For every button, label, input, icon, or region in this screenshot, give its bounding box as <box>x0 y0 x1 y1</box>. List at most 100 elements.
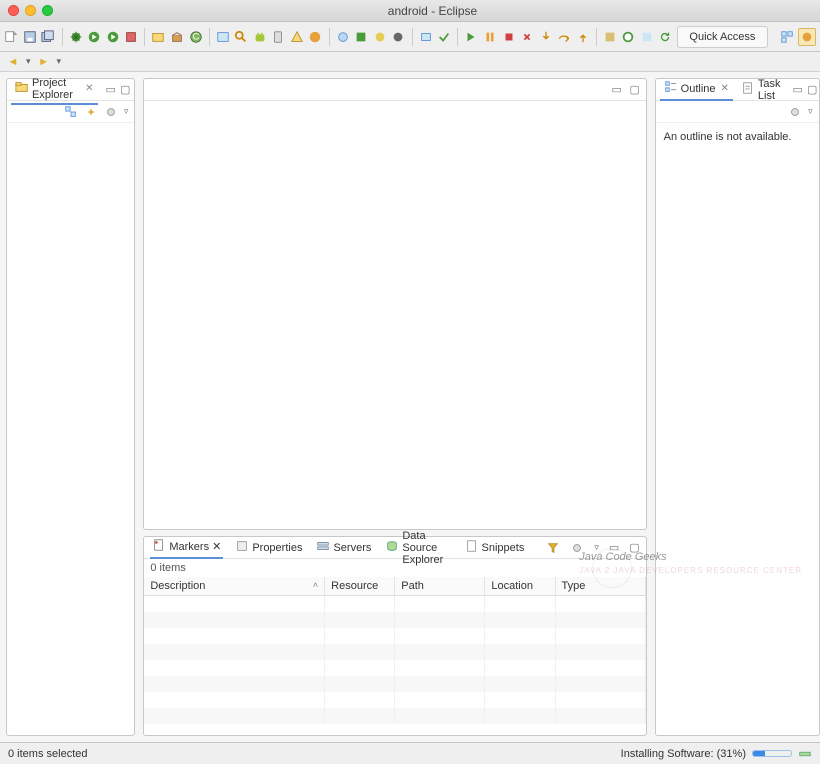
java-ee-perspective-button[interactable] <box>798 28 816 46</box>
zoom-window-button[interactable] <box>42 5 53 16</box>
editor-body[interactable] <box>144 101 645 529</box>
col-location[interactable]: Location <box>485 577 555 596</box>
col-path[interactable]: Path <box>395 577 485 596</box>
table-row[interactable] <box>144 708 645 724</box>
snippets-tab[interactable]: Snippets <box>463 537 527 558</box>
outline-minimize-button[interactable]: ▭ <box>793 83 803 97</box>
step-return-button[interactable] <box>575 28 590 46</box>
open-type-button[interactable] <box>216 28 231 46</box>
close-icon[interactable]: ✕ <box>721 83 729 94</box>
run-last-button[interactable] <box>105 28 120 46</box>
android-sdk-button[interactable] <box>253 28 268 46</box>
table-row[interactable] <box>144 692 645 708</box>
step-over-button[interactable] <box>557 28 572 46</box>
new-android-button[interactable] <box>308 28 323 46</box>
toolbar-button-b[interactable] <box>354 28 369 46</box>
project-explorer-toolbar: ▿ <box>7 101 134 123</box>
collapse-all-button[interactable] <box>64 105 78 119</box>
run-button[interactable] <box>87 28 102 46</box>
forward-button[interactable]: ► <box>37 55 51 69</box>
terminate-button[interactable] <box>501 28 516 46</box>
project-explorer-body[interactable] <box>7 123 134 735</box>
view-menu-button[interactable]: ▿ <box>124 106 129 117</box>
toolbar-button-a[interactable] <box>336 28 351 46</box>
maximize-view-button[interactable]: ▢ <box>120 83 130 97</box>
properties-tab[interactable]: Properties <box>233 537 304 558</box>
folder-icon <box>15 80 29 97</box>
disconnect-button[interactable] <box>520 28 535 46</box>
servers-label: Servers <box>333 542 371 554</box>
toolbar-button-e[interactable] <box>418 28 433 46</box>
toolbar-button-c[interactable] <box>373 28 388 46</box>
close-icon[interactable]: ✕ <box>212 540 221 553</box>
link-editor-button[interactable] <box>84 105 98 119</box>
lint-button[interactable] <box>290 28 305 46</box>
project-explorer-tab[interactable]: Project Explorer ✕ <box>11 75 98 105</box>
toolbar-button-g[interactable] <box>603 28 618 46</box>
new-package-button[interactable] <box>170 28 185 46</box>
table-row[interactable] <box>144 628 645 644</box>
forward-dropdown[interactable]: ▾ <box>57 56 62 67</box>
save-button[interactable] <box>23 28 38 46</box>
back-dropdown[interactable]: ▾ <box>26 56 31 67</box>
editor-maximize-button[interactable]: ▢ <box>628 83 642 97</box>
new-button[interactable] <box>4 28 19 46</box>
progress-details-button[interactable] <box>798 747 812 761</box>
minimize-window-button[interactable] <box>25 5 36 16</box>
table-row[interactable] <box>144 612 645 628</box>
main-toolbar: C Quick Access <box>0 22 820 52</box>
search-button[interactable] <box>234 28 249 46</box>
project-explorer-view: Project Explorer ✕ ▭ ▢ ▿ <box>6 78 135 736</box>
bottom-view: Markers ✕ Properties Servers Data Source… <box>143 536 646 736</box>
markers-body: 0 items Description˄ Resource Path Locat… <box>144 559 645 735</box>
markers-tab[interactable]: Markers ✕ <box>150 536 223 559</box>
outline-maximize-button[interactable]: ▢ <box>807 83 817 97</box>
toolbar-button-i[interactable] <box>640 28 655 46</box>
markers-table[interactable]: Description˄ Resource Path Location Type <box>144 577 645 724</box>
save-all-button[interactable] <box>41 28 56 46</box>
left-column: Project Explorer ✕ ▭ ▢ ▿ <box>0 72 139 742</box>
step-into-button[interactable] <box>538 28 553 46</box>
table-row[interactable] <box>144 676 645 692</box>
outline-view: Outline ✕ Task List ▭ ▢ ▿ An outline is … <box>655 78 820 736</box>
external-tools-button[interactable] <box>124 28 139 46</box>
bottom-view-menu[interactable]: ▿ <box>594 542 599 553</box>
table-row[interactable] <box>144 596 645 612</box>
suspend-button[interactable] <box>483 28 498 46</box>
toolbar-button-h[interactable] <box>621 28 636 46</box>
outline-menu-button[interactable]: ▿ <box>808 106 813 117</box>
resume-button[interactable] <box>464 28 479 46</box>
project-explorer-header: Project Explorer ✕ ▭ ▢ <box>7 79 134 101</box>
table-row[interactable] <box>144 644 645 660</box>
toolbar-button-d[interactable] <box>391 28 406 46</box>
col-description[interactable]: Description˄ <box>144 577 324 596</box>
open-perspective-button[interactable] <box>778 28 796 46</box>
snippets-label: Snippets <box>482 542 525 554</box>
col-resource[interactable]: Resource <box>325 577 395 596</box>
avd-manager-button[interactable] <box>271 28 286 46</box>
minimize-view-button[interactable]: ▭ <box>106 83 116 97</box>
progress-bar[interactable] <box>752 750 792 757</box>
new-class-button[interactable]: C <box>188 28 203 46</box>
editor-header: ▭ ▢ <box>144 79 645 101</box>
filter-button[interactable] <box>546 541 560 555</box>
servers-tab[interactable]: Servers <box>314 537 373 558</box>
task-list-tab[interactable]: Task List <box>737 76 785 104</box>
editor-minimize-button[interactable]: ▭ <box>610 83 624 97</box>
focus-task-button[interactable] <box>104 105 118 119</box>
debug-button[interactable] <box>68 28 83 46</box>
new-java-project-button[interactable] <box>151 28 166 46</box>
outline-body: An outline is not available. <box>656 123 819 735</box>
close-icon[interactable]: ✕ <box>85 83 93 94</box>
toolbar-button-f[interactable] <box>437 28 452 46</box>
markers-config-button[interactable] <box>570 541 584 555</box>
refresh-button[interactable] <box>658 28 673 46</box>
quick-access-field[interactable]: Quick Access <box>677 26 768 48</box>
task-list-title: Task List <box>758 78 781 102</box>
bottom-maximize-button[interactable]: ▢ <box>629 541 639 555</box>
close-window-button[interactable] <box>8 5 19 16</box>
outline-tab[interactable]: Outline ✕ <box>660 78 733 101</box>
back-button[interactable]: ◄ <box>6 55 20 69</box>
table-row[interactable] <box>144 660 645 676</box>
focus-outline-button[interactable] <box>788 105 802 119</box>
